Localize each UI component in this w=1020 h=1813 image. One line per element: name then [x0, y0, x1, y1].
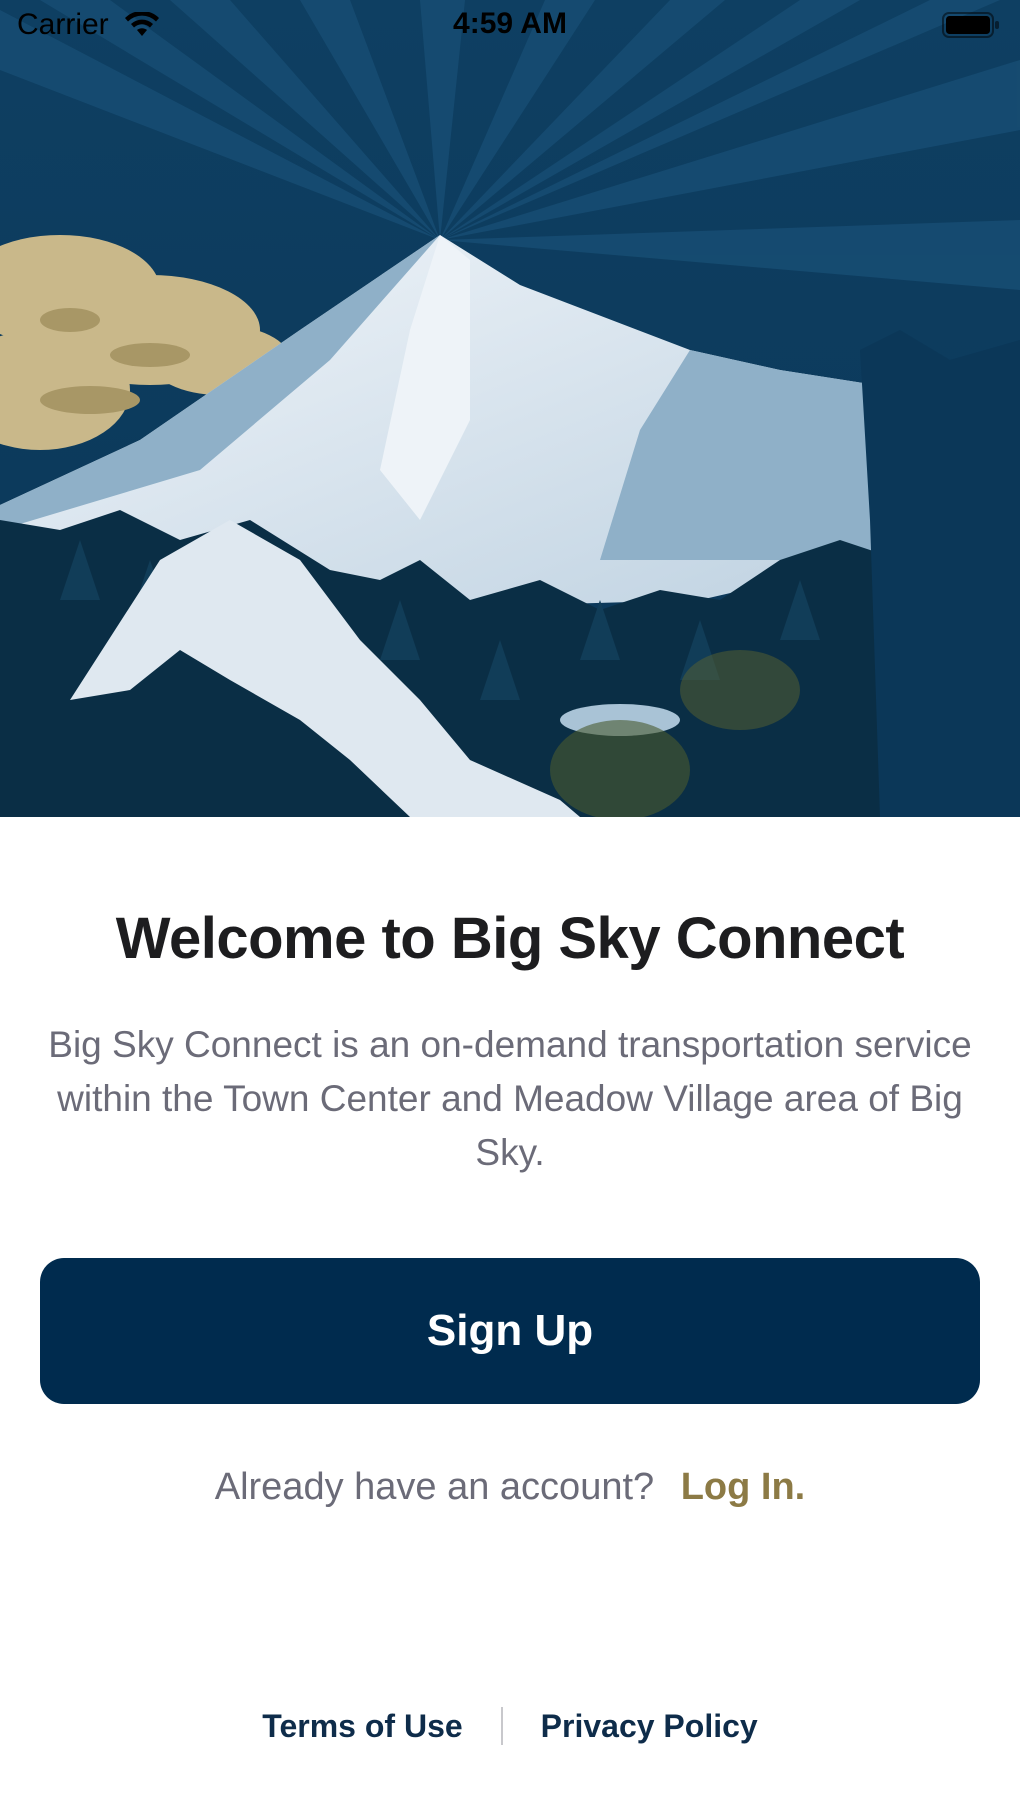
clock-time: 4:59 AM: [453, 7, 567, 40]
status-bar: Carrier 4:59 AM: [0, 0, 1020, 52]
battery-icon: [942, 12, 1000, 43]
log-in-link[interactable]: Log In.: [681, 1466, 806, 1508]
terms-of-use-link[interactable]: Terms of Use: [262, 1708, 462, 1745]
service-description: Big Sky Connect is an on-demand transpor…: [48, 1024, 972, 1173]
sign-up-button[interactable]: Sign Up: [40, 1258, 980, 1404]
footer-links: Terms of Use Privacy Policy: [0, 1704, 1020, 1748]
privacy-policy-link[interactable]: Privacy Policy: [541, 1708, 758, 1745]
mountain-illustration: [0, 0, 1020, 817]
login-row: Already have an account? Log In.: [0, 1466, 1020, 1509]
login-prompt: Already have an account?: [214, 1466, 655, 1508]
welcome-title: Welcome to Big Sky Connect: [115, 906, 905, 971]
footer-divider: [500, 1707, 503, 1745]
